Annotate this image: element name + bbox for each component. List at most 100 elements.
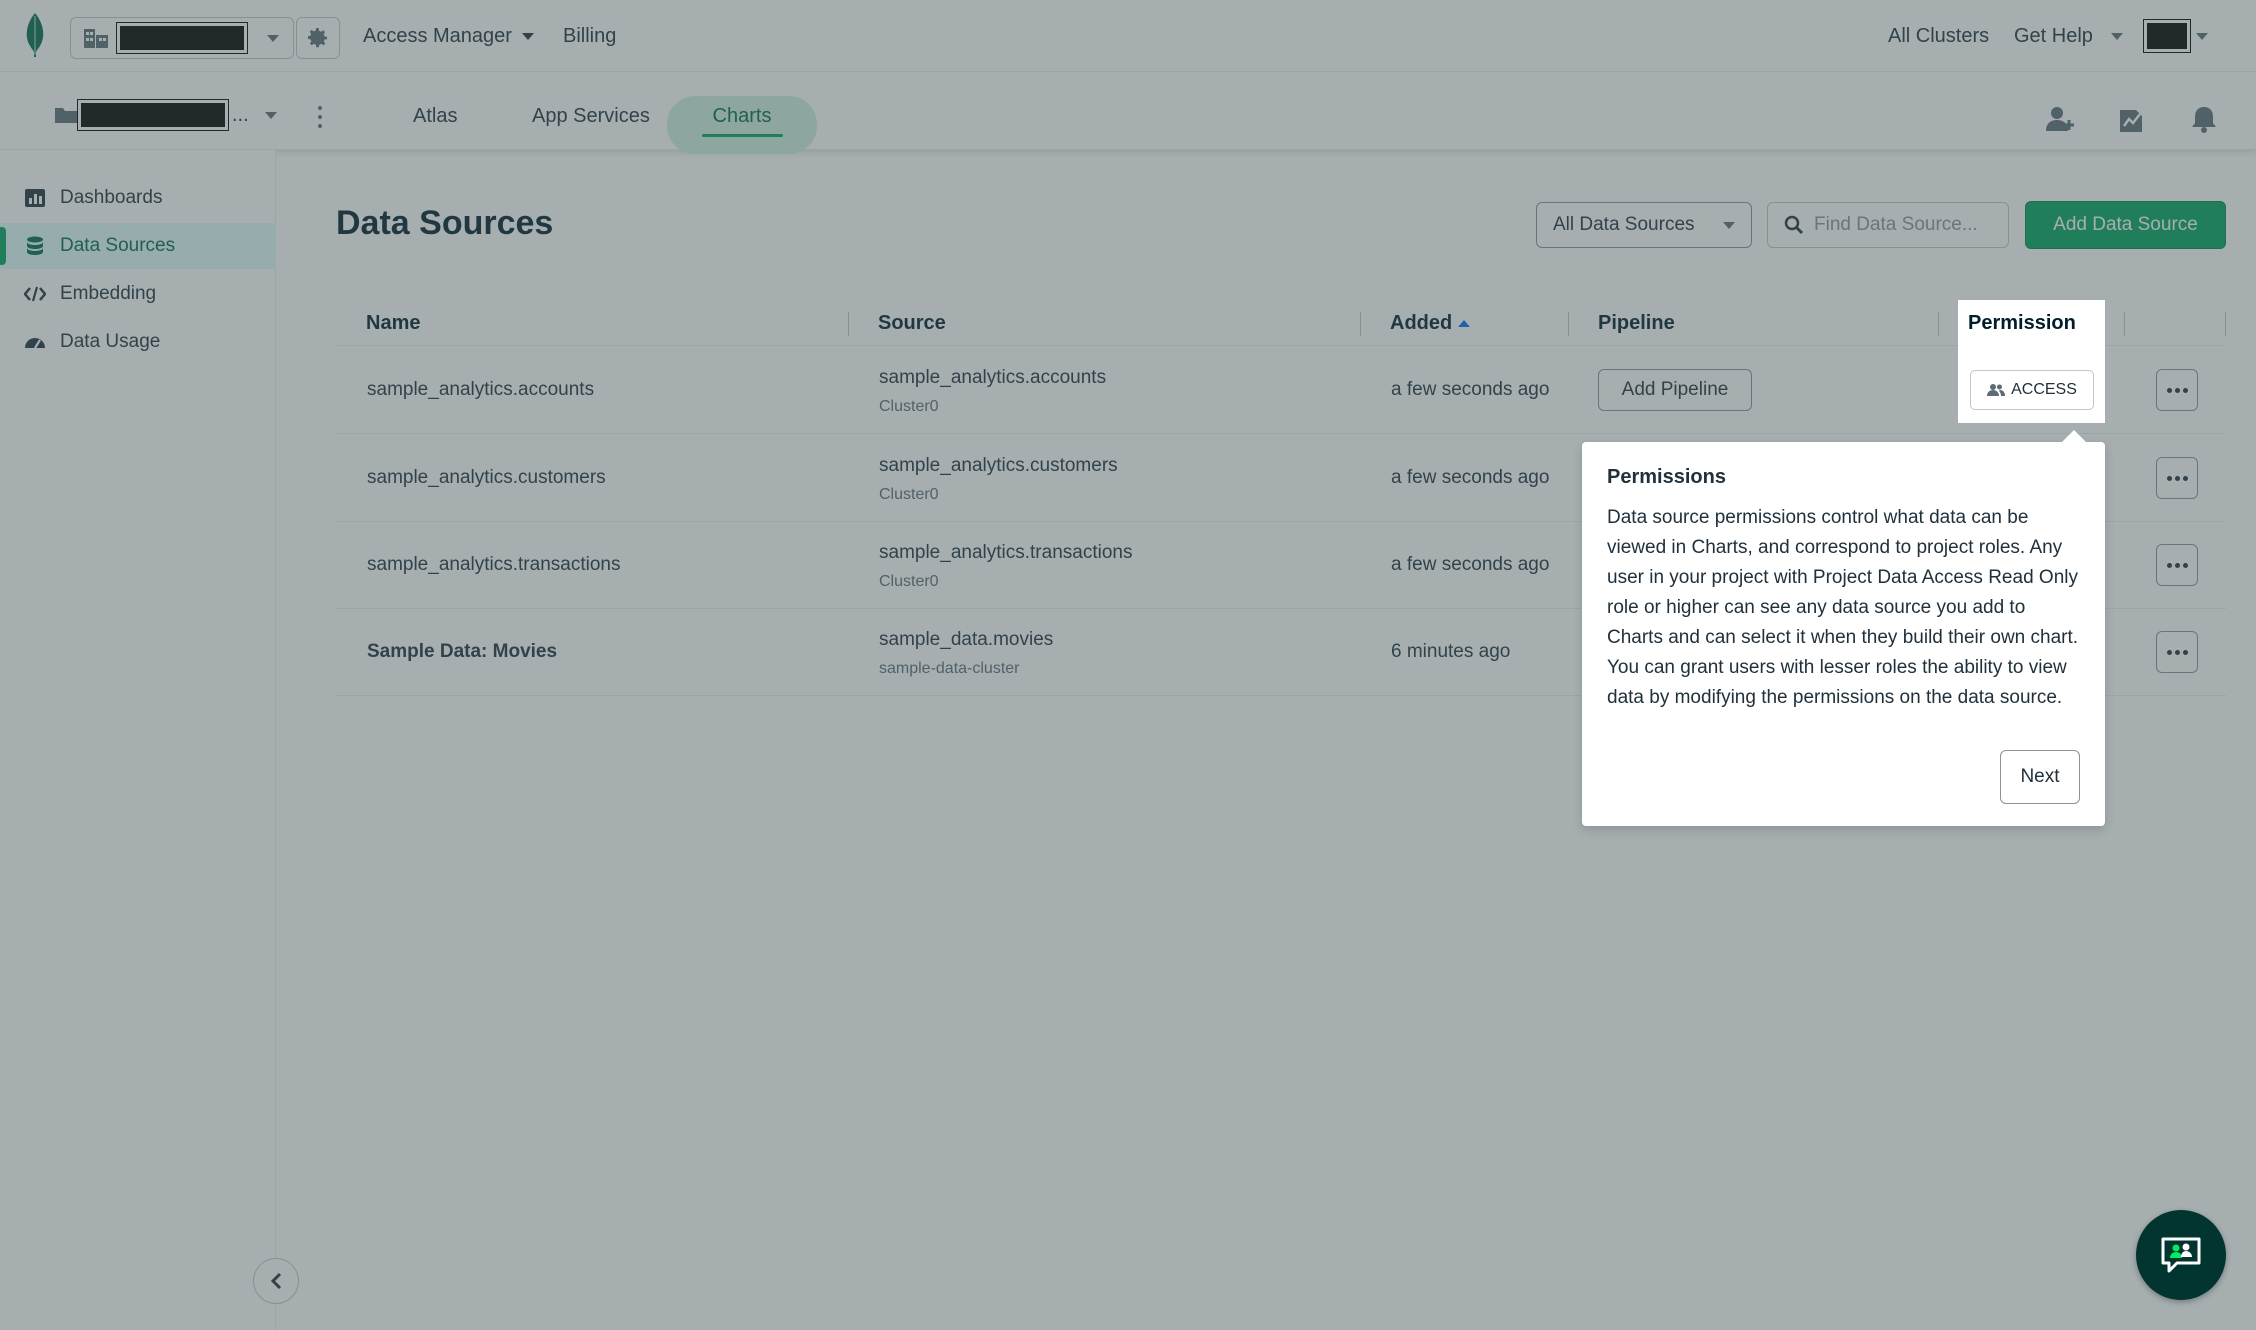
chevron-down-icon (267, 34, 279, 42)
invite-user-icon[interactable] (2044, 104, 2076, 134)
redacted-project-name (77, 99, 229, 131)
chevron-down-icon (1723, 222, 1735, 229)
sidebar-item-label: Dashboards (60, 187, 163, 208)
sort-ascending-icon (1458, 319, 1471, 327)
users-icon (1987, 384, 2006, 396)
source-cluster: Cluster0 (879, 486, 939, 503)
gauge-icon (24, 332, 46, 352)
mongodb-leaf-logo[interactable] (22, 12, 48, 58)
column-header-added-label: Added (1390, 311, 1453, 334)
column-divider[interactable] (848, 312, 849, 336)
data-source-source: sample_analytics.transactions Cluster0 (879, 542, 1132, 591)
table-row[interactable]: sample_analytics.accounts sample_analyti… (336, 347, 2226, 434)
project-name-ellipsis: ... (232, 103, 249, 126)
access-button[interactable]: ACCESS (1970, 370, 2094, 410)
row-more-options-button[interactable] (2156, 457, 2198, 499)
sidebar-item-label: Embedding (60, 283, 157, 304)
column-header-source[interactable]: Source (878, 300, 946, 346)
data-source-source: sample_analytics.customers Cluster0 (879, 455, 1118, 504)
column-divider[interactable] (2225, 312, 2226, 336)
data-source-search[interactable] (1767, 202, 2009, 248)
data-source-filter-dropdown[interactable]: All Data Sources (1536, 202, 1752, 248)
chevron-left-icon (270, 1272, 282, 1290)
redacted-organization-name (116, 22, 248, 54)
sidebar-item-embedding[interactable]: Embedding (0, 271, 276, 317)
added-time: a few seconds ago (1391, 379, 1550, 400)
tab-app-services[interactable]: App Services (532, 82, 650, 150)
permissions-tour-popover: Permissions Data source permissions cont… (1582, 430, 2105, 826)
chevron-down-icon (521, 32, 534, 40)
access-button-label: ACCESS (2011, 381, 2077, 398)
add-data-source-button[interactable]: Add Data Source (2025, 201, 2226, 249)
chevron-down-icon (264, 111, 277, 119)
source-collection: sample_analytics.accounts (879, 367, 1107, 388)
data-source-name: sample_analytics.accounts (367, 379, 595, 400)
add-pipeline-button[interactable]: Add Pipeline (1598, 369, 1752, 411)
next-button[interactable]: Next (2000, 750, 2080, 804)
sidebar-item-data-usage[interactable]: Data Usage (0, 319, 276, 365)
row-more-options-button[interactable] (2156, 631, 2198, 673)
column-header-permission: Permission (1968, 311, 2076, 334)
row-more-options-button[interactable] (2156, 544, 2198, 586)
data-source-source: sample_data.movies sample-data-cluster (879, 629, 1053, 678)
organization-picker[interactable] (70, 17, 294, 59)
activity-feed-icon[interactable] (2116, 104, 2148, 134)
column-divider[interactable] (1360, 312, 1361, 336)
tab-atlas[interactable]: Atlas (413, 82, 457, 150)
charts-sidebar: Dashboards Data Sources Embedding Data U… (0, 150, 276, 1330)
sidebar-item-label: Data Sources (60, 235, 176, 256)
top-navigation-bar: Access Manager Billing All Clusters Get … (0, 0, 2256, 72)
added-time: 6 minutes ago (1391, 641, 1511, 662)
row-more-options-button[interactable] (2156, 369, 2198, 411)
tab-charts[interactable]: Charts (702, 82, 782, 150)
source-cluster: Cluster0 (879, 398, 939, 415)
column-divider[interactable] (1568, 312, 1569, 336)
chat-people-icon (2161, 1237, 2201, 1273)
column-header-pipeline[interactable]: Pipeline (1598, 300, 1675, 346)
page-title: Data Sources (336, 204, 554, 242)
chevron-down-icon (2110, 32, 2123, 40)
column-header-added[interactable]: Added (1390, 300, 1471, 346)
organization-settings-button[interactable] (296, 17, 340, 59)
all-clusters-link[interactable]: All Clusters (1888, 0, 1989, 72)
get-help-label: Get Help (2014, 24, 2093, 47)
popover-body: Data source permissions control what dat… (1607, 507, 2079, 708)
chat-support-button[interactable] (2136, 1210, 2226, 1300)
chevron-down-icon (2196, 32, 2208, 40)
project-more-options-icon[interactable] (315, 104, 325, 130)
column-header-name[interactable]: Name (366, 300, 420, 346)
permission-column-spotlight: Permission ACCESS (1958, 300, 2105, 423)
added-time: a few seconds ago (1391, 554, 1550, 575)
sidebar-item-dashboards[interactable]: Dashboards (0, 175, 276, 221)
code-icon (24, 284, 46, 304)
bar-chart-icon (24, 188, 46, 208)
building-icon (84, 29, 108, 48)
database-icon (24, 236, 46, 256)
column-divider[interactable] (1938, 312, 1939, 336)
project-navigation-bar: ... Atlas App Services Charts (0, 82, 2256, 154)
gear-icon (308, 28, 327, 48)
notifications-bell-icon[interactable] (2188, 104, 2220, 134)
filter-selected-value: All Data Sources (1553, 214, 1695, 235)
source-collection: sample_analytics.customers (879, 455, 1118, 476)
folder-icon (55, 108, 77, 123)
data-source-name: sample_analytics.transactions (367, 554, 621, 575)
active-tab-indicator (702, 134, 783, 137)
collapse-sidebar-button[interactable] (253, 1258, 299, 1304)
search-input[interactable] (1814, 214, 2004, 236)
billing-link[interactable]: Billing (563, 0, 616, 72)
sidebar-item-label: Data Usage (60, 331, 161, 352)
user-menu[interactable] (2143, 19, 2208, 53)
source-collection: sample_analytics.transactions (879, 542, 1133, 563)
access-manager-menu[interactable]: Access Manager (363, 0, 534, 72)
get-help-menu[interactable]: Get Help (2014, 0, 2123, 72)
table-header: Name Source Added Pipeline (336, 300, 2226, 346)
sidebar-item-data-sources[interactable]: Data Sources (0, 223, 276, 269)
data-source-name: sample_analytics.customers (367, 467, 606, 488)
redacted-user-name (2143, 19, 2191, 53)
project-picker[interactable]: ... (54, 99, 277, 131)
data-source-name: Sample Data: Movies (367, 641, 558, 662)
column-divider[interactable] (2124, 312, 2125, 336)
access-manager-label: Access Manager (363, 24, 512, 47)
data-source-source: sample_analytics.accounts Cluster0 (879, 367, 1106, 416)
